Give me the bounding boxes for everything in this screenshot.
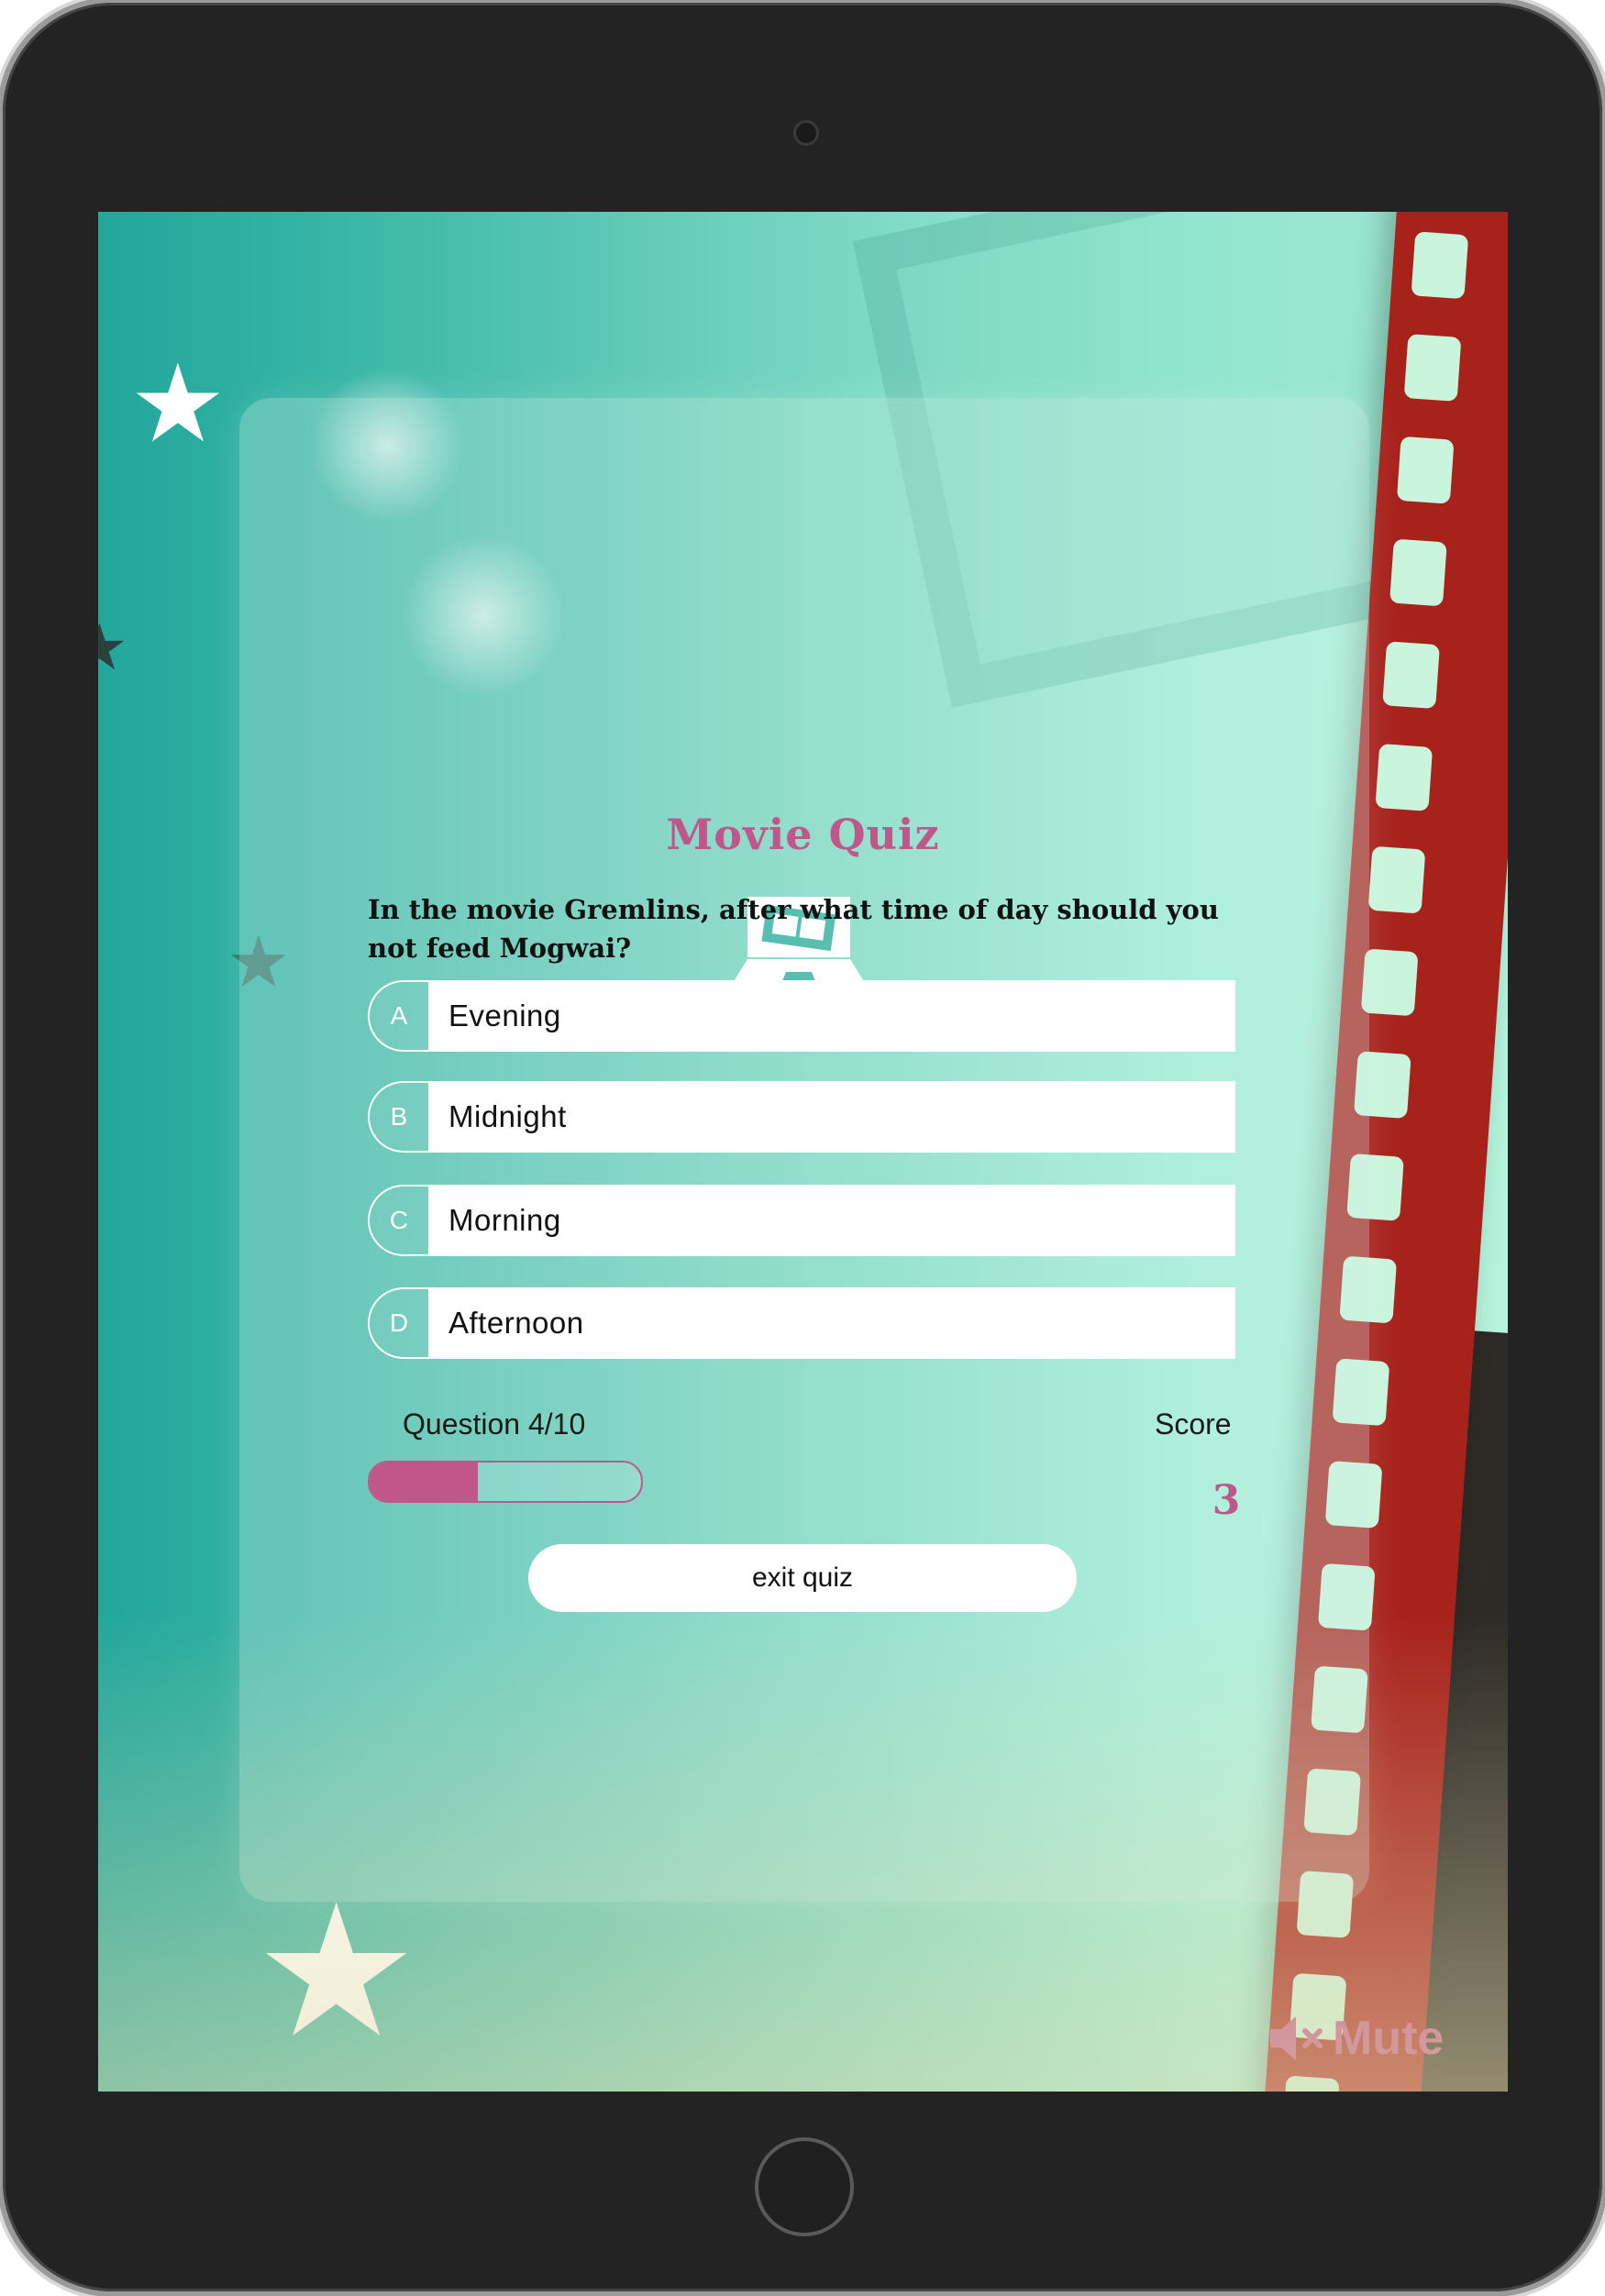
answer-text: Midnight — [428, 1081, 1235, 1153]
question-counter: Question 4/10 — [403, 1407, 586, 1441]
answer-text: Morning — [428, 1185, 1235, 1256]
film-hole — [1375, 743, 1433, 811]
mute-label: Mute — [1333, 2012, 1444, 2065]
film-hole — [1360, 948, 1419, 1017]
answer-option-d[interactable]: D Afternoon — [368, 1287, 1235, 1359]
progress-bar — [368, 1461, 643, 1503]
question-text: In the movie Gremlins, after what time o… — [368, 894, 1219, 964]
quiz-screen: ★ ★ ★ ★ Movie Quiz In the movie Gremlins… — [98, 212, 1508, 2092]
answer-option-b[interactable]: B Midnight — [368, 1081, 1235, 1153]
mute-button[interactable]: Mute — [1268, 2011, 1444, 2066]
progress-bar-fill — [370, 1463, 479, 1501]
star-icon: ★ — [98, 610, 128, 685]
score-value: 3 — [1212, 1477, 1241, 1524]
film-hole — [1403, 334, 1462, 402]
app-title: Movie Quiz — [666, 810, 940, 859]
film-hole — [1396, 436, 1455, 504]
answer-option-a[interactable]: A Evening — [368, 980, 1235, 1052]
film-hole — [1411, 231, 1469, 300]
score-label: Score — [1155, 1407, 1232, 1441]
answer-letter: B — [368, 1081, 428, 1153]
answer-text: Evening — [428, 980, 1235, 1052]
home-button[interactable] — [755, 2137, 854, 2236]
answer-option-c[interactable]: C Morning — [368, 1185, 1235, 1256]
film-hole — [1382, 641, 1440, 710]
film-hole — [1389, 538, 1447, 607]
answer-text: Afternoon — [428, 1287, 1235, 1359]
camera-icon — [793, 120, 819, 146]
star-icon: ★ — [129, 340, 227, 467]
film-hole — [1281, 2075, 1340, 2092]
speaker-muted-icon — [1270, 2016, 1323, 2060]
tablet-frame: ★ ★ ★ ★ Movie Quiz In the movie Gremlins… — [3, 3, 1602, 2291]
star-icon: ★ — [254, 1865, 419, 2079]
answer-letter: D — [368, 1287, 428, 1359]
answer-letter: A — [368, 980, 428, 1052]
exit-quiz-button[interactable]: exit quiz — [528, 1544, 1077, 1612]
answer-letter: C — [368, 1185, 428, 1256]
